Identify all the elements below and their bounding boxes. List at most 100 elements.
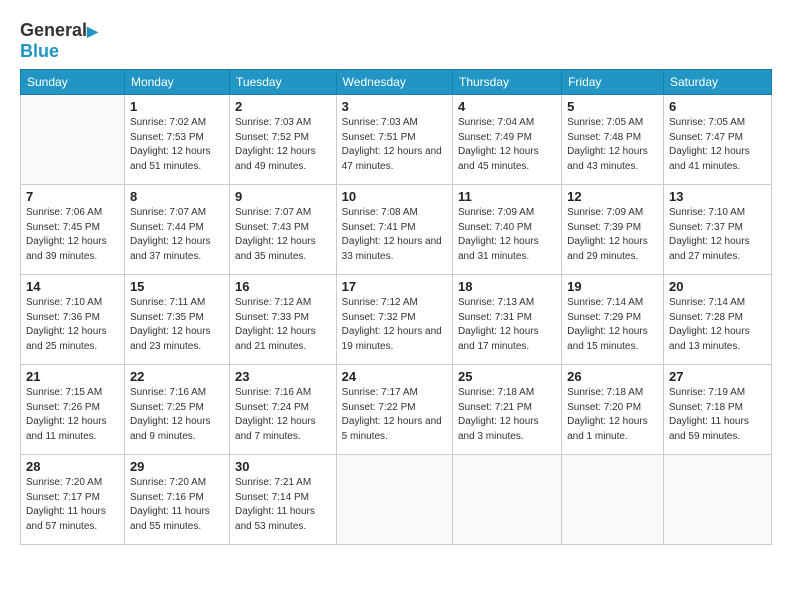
day-info: Sunrise: 7:10 AMSunset: 7:37 PMDaylight:… [669, 206, 766, 264]
calendar-cell: 29 Sunrise: 7:20 AMSunset: 7:16 PMDayligh… [124, 455, 229, 545]
day-info: Sunrise: 7:06 AMSunset: 7:45 PMDaylight:… [26, 206, 119, 264]
calendar-cell: 9 Sunrise: 7:07 AMSunset: 7:43 PMDaylight… [230, 185, 337, 275]
day-info: Sunrise: 7:13 AMSunset: 7:31 PMDaylight:… [458, 296, 556, 354]
day-info: Sunrise: 7:07 AMSunset: 7:43 PMDaylight:… [235, 206, 331, 264]
day-info: Sunrise: 7:18 AMSunset: 7:20 PMDaylight:… [567, 386, 658, 444]
day-number: 29 [130, 459, 224, 474]
day-info: Sunrise: 7:16 AMSunset: 7:24 PMDaylight:… [235, 386, 331, 444]
day-number: 17 [342, 279, 447, 294]
calendar-cell: 5 Sunrise: 7:05 AMSunset: 7:48 PMDaylight… [562, 95, 664, 185]
day-info: Sunrise: 7:21 AMSunset: 7:14 PMDaylight:… [235, 476, 331, 534]
day-number: 22 [130, 369, 224, 384]
day-number: 18 [458, 279, 556, 294]
day-info: Sunrise: 7:19 AMSunset: 7:18 PMDaylight:… [669, 386, 766, 444]
calendar-cell: 3Sunrise: 7:03 AMSunset: 7:51 PMDaylight… [336, 95, 452, 185]
calendar-table: SundayMondayTuesdayWednesdayThursdayFrid… [20, 69, 772, 545]
calendar-cell: 12Sunrise: 7:09 AMSunset: 7:39 PMDayligh… [562, 185, 664, 275]
day-info: Sunrise: 7:11 AMSunset: 7:35 PMDaylight:… [130, 296, 224, 354]
calendar-cell: 15 Sunrise: 7:11 AMSunset: 7:35 PMDayligh… [124, 275, 229, 365]
calendar-cell: 21 Sunrise: 7:15 AMSunset: 7:26 PMDayligh… [21, 365, 125, 455]
calendar-cell: 30 Sunrise: 7:21 AMSunset: 7:14 PMDayligh… [230, 455, 337, 545]
day-info: Sunrise: 7:09 AMSunset: 7:40 PMDaylight:… [458, 206, 556, 264]
day-number: 6 [669, 99, 766, 114]
calendar-cell: 20 Sunrise: 7:14 AMSunset: 7:28 PMDayligh… [663, 275, 771, 365]
week-row: 7Sunrise: 7:06 AMSunset: 7:45 PMDaylight… [21, 185, 772, 275]
day-number: 16 [235, 279, 331, 294]
calendar-cell: 14Sunrise: 7:10 AMSunset: 7:36 PMDayligh… [21, 275, 125, 365]
day-info: Sunrise: 7:05 AMSunset: 7:47 PMDaylight:… [669, 116, 766, 174]
day-number: 5 [567, 99, 658, 114]
day-info: Sunrise: 7:05 AMSunset: 7:48 PMDaylight:… [567, 116, 658, 174]
calendar-cell: 28 Sunrise: 7:20 AMSunset: 7:17 PMDayligh… [21, 455, 125, 545]
calendar-cell: 19 Sunrise: 7:14 AMSunset: 7:29 PMDayligh… [562, 275, 664, 365]
day-info: Sunrise: 7:03 AMSunset: 7:52 PMDaylight:… [235, 116, 331, 174]
weekday-header: Friday [562, 70, 664, 95]
weekday-header: Monday [124, 70, 229, 95]
day-info: Sunrise: 7:20 AMSunset: 7:16 PMDaylight:… [130, 476, 224, 534]
day-number: 26 [567, 369, 658, 384]
calendar-cell: 10 Sunrise: 7:08 AMSunset: 7:41 PMDayligh… [336, 185, 452, 275]
week-row: 21 Sunrise: 7:15 AMSunset: 7:26 PMDayligh… [21, 365, 772, 455]
day-info: Sunrise: 7:14 AMSunset: 7:28 PMDaylight:… [669, 296, 766, 354]
day-info: Sunrise: 7:17 AMSunset: 7:22 PMDaylight:… [342, 386, 447, 444]
day-info: Sunrise: 7:08 AMSunset: 7:41 PMDaylight:… [342, 206, 447, 264]
weekday-header: Saturday [663, 70, 771, 95]
day-number: 20 [669, 279, 766, 294]
day-number: 30 [235, 459, 331, 474]
week-row: 1 Sunrise: 7:02 AMSunset: 7:53 PMDaylight… [21, 95, 772, 185]
logo-text: General▶ Blue [20, 20, 98, 61]
day-info: Sunrise: 7:16 AMSunset: 7:25 PMDaylight:… [130, 386, 224, 444]
day-number: 21 [26, 369, 119, 384]
day-number: 8 [130, 189, 224, 204]
day-info: Sunrise: 7:02 AMSunset: 7:53 PMDaylight:… [130, 116, 224, 174]
calendar-cell: 4 Sunrise: 7:04 AMSunset: 7:49 PMDaylight… [453, 95, 562, 185]
day-number: 3 [342, 99, 447, 114]
calendar-cell: 26 Sunrise: 7:18 AMSunset: 7:20 PMDayligh… [562, 365, 664, 455]
week-row: 28 Sunrise: 7:20 AMSunset: 7:17 PMDayligh… [21, 455, 772, 545]
day-number: 1 [130, 99, 224, 114]
calendar-cell: 25 Sunrise: 7:18 AMSunset: 7:21 PMDayligh… [453, 365, 562, 455]
calendar-cell: 17 Sunrise: 7:12 AMSunset: 7:32 PMDayligh… [336, 275, 452, 365]
day-info: Sunrise: 7:14 AMSunset: 7:29 PMDaylight:… [567, 296, 658, 354]
calendar-cell [663, 455, 771, 545]
calendar-cell: 11 Sunrise: 7:09 AMSunset: 7:40 PMDayligh… [453, 185, 562, 275]
calendar-cell: 2 Sunrise: 7:03 AMSunset: 7:52 PMDaylight… [230, 95, 337, 185]
day-number: 10 [342, 189, 447, 204]
calendar-cell [453, 455, 562, 545]
logo: General▶ Blue [20, 20, 98, 61]
day-number: 28 [26, 459, 119, 474]
calendar-cell: 22 Sunrise: 7:16 AMSunset: 7:25 PMDayligh… [124, 365, 229, 455]
calendar-cell: 16Sunrise: 7:12 AMSunset: 7:33 PMDayligh… [230, 275, 337, 365]
calendar-cell: 8Sunrise: 7:07 AMSunset: 7:44 PMDaylight… [124, 185, 229, 275]
day-info: Sunrise: 7:15 AMSunset: 7:26 PMDaylight:… [26, 386, 119, 444]
weekday-header: Thursday [453, 70, 562, 95]
day-number: 19 [567, 279, 658, 294]
day-number: 25 [458, 369, 556, 384]
day-number: 24 [342, 369, 447, 384]
day-info: Sunrise: 7:18 AMSunset: 7:21 PMDaylight:… [458, 386, 556, 444]
day-info: Sunrise: 7:12 AMSunset: 7:32 PMDaylight:… [342, 296, 447, 354]
day-number: 9 [235, 189, 331, 204]
page-header: General▶ Blue [20, 20, 772, 61]
day-number: 15 [130, 279, 224, 294]
calendar-cell [336, 455, 452, 545]
calendar-cell: 27Sunrise: 7:19 AMSunset: 7:18 PMDayligh… [663, 365, 771, 455]
calendar-cell: 6 Sunrise: 7:05 AMSunset: 7:47 PMDaylight… [663, 95, 771, 185]
calendar-cell: 7Sunrise: 7:06 AMSunset: 7:45 PMDaylight… [21, 185, 125, 275]
day-number: 14 [26, 279, 119, 294]
calendar-cell [21, 95, 125, 185]
day-number: 2 [235, 99, 331, 114]
calendar-cell: 24 Sunrise: 7:17 AMSunset: 7:22 PMDayligh… [336, 365, 452, 455]
day-info: Sunrise: 7:20 AMSunset: 7:17 PMDaylight:… [26, 476, 119, 534]
calendar-cell: 18 Sunrise: 7:13 AMSunset: 7:31 PMDayligh… [453, 275, 562, 365]
weekday-header: Wednesday [336, 70, 452, 95]
day-number: 23 [235, 369, 331, 384]
weekday-header: Tuesday [230, 70, 337, 95]
day-info: Sunrise: 7:04 AMSunset: 7:49 PMDaylight:… [458, 116, 556, 174]
calendar-cell [562, 455, 664, 545]
day-number: 11 [458, 189, 556, 204]
day-number: 12 [567, 189, 658, 204]
header-row: SundayMondayTuesdayWednesdayThursdayFrid… [21, 70, 772, 95]
day-number: 4 [458, 99, 556, 114]
day-number: 13 [669, 189, 766, 204]
